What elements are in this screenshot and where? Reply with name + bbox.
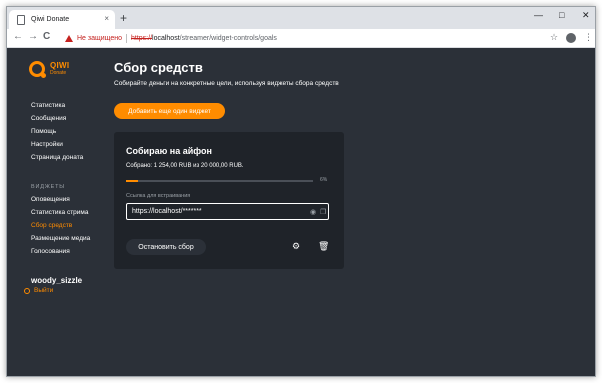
- browser-menu-icon[interactable]: ⋮: [584, 32, 593, 43]
- warning-icon: [65, 34, 73, 42]
- maximize-button[interactable]: □: [559, 10, 564, 20]
- close-window-button[interactable]: ✕: [582, 10, 590, 21]
- page-subtitle: Собирайте деньги на конкретные цели, исп…: [114, 80, 339, 87]
- reload-button[interactable]: C: [43, 31, 50, 42]
- add-widget-button[interactable]: Добавить еще один виджет: [114, 103, 225, 119]
- browser-titlebar: Qiwi Donate × + — □ ✕: [7, 7, 595, 29]
- browser-window: Qiwi Donate × + — □ ✕ ← → C Не защищено …: [6, 6, 596, 377]
- qiwi-logo-icon: [29, 61, 46, 78]
- sidebar-item-settings[interactable]: Настройки: [31, 141, 63, 148]
- trash-icon[interactable]: 🗑: [318, 241, 329, 252]
- goal-progress-percent: 6%: [320, 177, 328, 183]
- sidebar-item-help[interactable]: Помощь: [31, 128, 56, 135]
- goal-progress-fill: [126, 180, 138, 182]
- sidebar-item-media[interactable]: Размещение медиа: [31, 235, 90, 242]
- widgets-heading: ВИДЖЕТЫ: [31, 184, 65, 190]
- logout-link[interactable]: Выйти: [24, 287, 53, 294]
- browser-toolbar: ← → C Не защищено https:// localhost /st…: [7, 29, 595, 48]
- goal-title: Собираю на айфон: [126, 146, 212, 156]
- browser-tab[interactable]: Qiwi Donate ×: [9, 10, 115, 29]
- url-scheme: https://: [131, 34, 153, 42]
- goal-card: Собираю на айфон Собрано: 1 254,00 RUB и…: [114, 132, 344, 269]
- url-host: localhost: [152, 34, 180, 42]
- sidebar-item-statistics[interactable]: Статистика: [31, 102, 65, 109]
- copy-icon[interactable]: ❐: [320, 208, 326, 216]
- new-tab-button[interactable]: +: [120, 11, 127, 25]
- page-favicon-icon: [17, 14, 25, 25]
- address-bar[interactable]: Не защищено https:// localhost /streamer…: [65, 30, 555, 46]
- app-content: QIWI Donate Статистика Сообщения Помощь …: [7, 48, 595, 376]
- goal-progress-bar: [126, 180, 313, 182]
- sidebar-item-fundraising[interactable]: Сбор средств: [31, 222, 72, 229]
- url-path: /streamer/widget-controls/goals: [179, 34, 277, 42]
- security-label[interactable]: Не защищено: [77, 35, 122, 42]
- page-title: Сбор средств: [114, 60, 203, 75]
- logo-sub: Donate: [50, 70, 67, 76]
- logo-main: QIWI: [50, 61, 70, 70]
- tab-close-icon[interactable]: ×: [104, 14, 109, 23]
- minimize-button[interactable]: —: [534, 10, 543, 20]
- logo-text: QIWI Donate: [50, 61, 70, 77]
- sidebar-item-donate-page[interactable]: Страница доната: [31, 154, 83, 161]
- sidebar-item-alerts[interactable]: Оповещения: [31, 196, 70, 203]
- sidebar-item-polls[interactable]: Голосования: [31, 248, 70, 255]
- bookmark-star-icon[interactable]: ☆: [550, 32, 558, 43]
- sidebar-item-messages[interactable]: Сообщения: [31, 115, 66, 122]
- sidebar-item-stream-stats[interactable]: Статистика стрима: [31, 209, 89, 216]
- stop-goal-button[interactable]: Остановить сбор: [126, 239, 206, 255]
- profile-avatar[interactable]: [566, 33, 576, 43]
- eye-icon[interactable]: ◉: [310, 208, 316, 216]
- omnibox-separator: [126, 33, 127, 43]
- embed-link-field[interactable]: https://localhost/******* ◉ ❐: [126, 203, 329, 220]
- username: woody_sizzle: [31, 276, 83, 285]
- logout-label: Выйти: [34, 287, 54, 294]
- qiwi-logo[interactable]: QIWI Donate: [29, 61, 70, 78]
- tab-title: Qiwi Donate: [31, 16, 70, 23]
- embed-link-label: Ссылка для встраивания: [126, 193, 191, 199]
- back-button[interactable]: ←: [13, 31, 23, 42]
- power-icon: [24, 287, 30, 294]
- gear-icon[interactable]: ⚙: [292, 241, 300, 252]
- forward-button[interactable]: →: [28, 31, 38, 42]
- goal-collected: Собрано: 1 254,00 RUB из 20 000,00 RUB.: [126, 163, 244, 169]
- embed-link-value: https://localhost/*******: [132, 208, 202, 215]
